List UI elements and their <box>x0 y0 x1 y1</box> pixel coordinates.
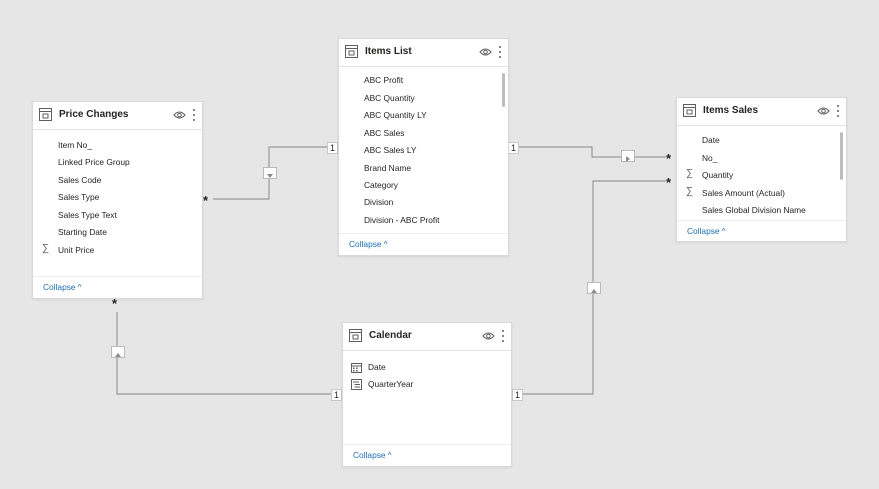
field-list: Date QuarterYear <box>343 359 511 395</box>
eye-icon[interactable] <box>817 106 830 116</box>
field-item[interactable]: Sales Global Division Name <box>677 202 838 219</box>
field-item[interactable]: ∑ Sales Amount (Actual) <box>677 185 838 202</box>
field-item[interactable]: ∑ Quantity <box>677 167 838 184</box>
relationship-line-items-list-items-sales[interactable] <box>518 146 666 158</box>
eye-icon[interactable] <box>479 47 492 57</box>
sigma-icon: ∑ <box>686 186 694 197</box>
cardinality-one-label: 1 <box>331 389 342 401</box>
sigma-icon: ∑ <box>42 243 50 254</box>
table-card-header[interactable]: Items List <box>339 39 508 67</box>
more-options-icon[interactable] <box>501 329 505 343</box>
collapse-button[interactable]: Collapse ^ <box>43 282 82 292</box>
field-item[interactable]: ABC Sales <box>339 125 500 142</box>
field-list: ABC Profit ABC Quantity ABC Quantity LY … <box>339 72 508 231</box>
field-item[interactable]: Item No_ <box>33 137 194 154</box>
scrollbar[interactable] <box>502 73 505 107</box>
collapse-bar: Collapse ^ <box>677 220 846 242</box>
chevron-up-icon: ^ <box>383 239 388 249</box>
more-options-icon[interactable] <box>498 45 502 59</box>
chevron-up-icon: ^ <box>721 226 726 236</box>
collapse-button[interactable]: Collapse ^ <box>349 239 388 249</box>
field-item[interactable]: Category <box>339 177 500 194</box>
field-item[interactable]: Linked Price Group <box>33 154 194 171</box>
table-title: Items List <box>365 46 412 57</box>
sigma-icon: ∑ <box>686 168 694 179</box>
table-icon <box>683 104 696 117</box>
field-item[interactable]: ABC Profit <box>339 72 500 89</box>
filter-direction-up-icon[interactable] <box>111 346 125 358</box>
filter-direction-right-icon[interactable] <box>621 150 635 162</box>
field-item[interactable]: Date <box>343 359 503 376</box>
cardinality-one-label: 1 <box>508 142 519 154</box>
field-item[interactable]: Sales Code <box>33 172 194 189</box>
table-title: Price Changes <box>59 109 129 120</box>
hierarchy-icon <box>351 379 362 390</box>
cardinality-one-label: 1 <box>327 142 338 154</box>
filter-direction-up-icon[interactable] <box>587 282 601 294</box>
cardinality-many-label: * <box>203 193 209 208</box>
cardinality-many-label: * <box>666 151 672 166</box>
field-item[interactable]: ∑ Unit Price <box>33 242 194 259</box>
collapse-bar: Collapse ^ <box>339 233 508 256</box>
field-item[interactable]: ABC Quantity <box>339 90 500 107</box>
table-card-header[interactable]: Items Sales <box>677 98 846 126</box>
field-item[interactable]: No_ <box>677 150 838 167</box>
collapse-button[interactable]: Collapse ^ <box>353 450 392 460</box>
table-icon <box>39 108 52 121</box>
table-icon <box>349 329 362 342</box>
table-title: Items Sales <box>703 105 759 116</box>
table-card-items-sales[interactable]: Items Sales Date No_ ∑ Quantity ∑ Sales Am… <box>676 97 847 242</box>
collapse-bar: Collapse ^ <box>33 276 202 299</box>
collapse-bar: Collapse ^ <box>343 444 511 467</box>
cardinality-many-label: * <box>666 175 672 190</box>
field-item[interactable]: Division - ABC Profit <box>339 212 500 229</box>
collapse-button[interactable]: Collapse ^ <box>687 226 726 236</box>
more-options-icon[interactable] <box>192 108 196 122</box>
eye-icon[interactable] <box>173 110 186 120</box>
cardinality-one-label: 1 <box>512 389 523 401</box>
cardinality-many-label: * <box>112 296 118 311</box>
table-card-header[interactable]: Price Changes <box>33 102 202 130</box>
field-item[interactable]: Sales Type Text <box>33 207 194 224</box>
table-title: Calendar <box>369 330 412 341</box>
field-item[interactable]: QuarterYear <box>343 376 503 393</box>
filter-direction-down-icon[interactable] <box>263 167 277 179</box>
relationship-line-calendar-price-changes[interactable] <box>116 312 331 395</box>
chevron-up-icon: ^ <box>387 450 392 460</box>
table-card-price-changes[interactable]: Price Changes Item No_ Linked Price Grou… <box>32 101 203 299</box>
table-card-calendar[interactable]: Calendar Date QuarterYear Collapse ^ <box>342 322 512 467</box>
field-list: Item No_ Linked Price Group Sales Code S… <box>33 137 202 261</box>
table-card-items-list[interactable]: Items List ABC Profit ABC Quantity ABC Q… <box>338 38 509 256</box>
table-icon <box>345 45 358 58</box>
chevron-up-icon: ^ <box>77 282 82 292</box>
field-item[interactable]: ABC Sales LY <box>339 142 500 159</box>
field-item[interactable]: Sales Type <box>33 189 194 206</box>
field-item[interactable]: Starting Date <box>33 224 194 241</box>
field-item[interactable]: Division <box>339 194 500 211</box>
scrollbar[interactable] <box>840 132 843 180</box>
calendar-icon <box>351 363 362 373</box>
more-options-icon[interactable] <box>836 104 840 118</box>
field-item[interactable]: Brand Name <box>339 160 500 177</box>
table-card-header[interactable]: Calendar <box>343 323 511 351</box>
field-item[interactable]: Date <box>677 132 838 149</box>
field-list: Date No_ ∑ Quantity ∑ Sales Amount (Actual… <box>677 132 846 220</box>
field-item[interactable]: ABC Quantity LY <box>339 107 500 124</box>
eye-icon[interactable] <box>482 331 495 341</box>
